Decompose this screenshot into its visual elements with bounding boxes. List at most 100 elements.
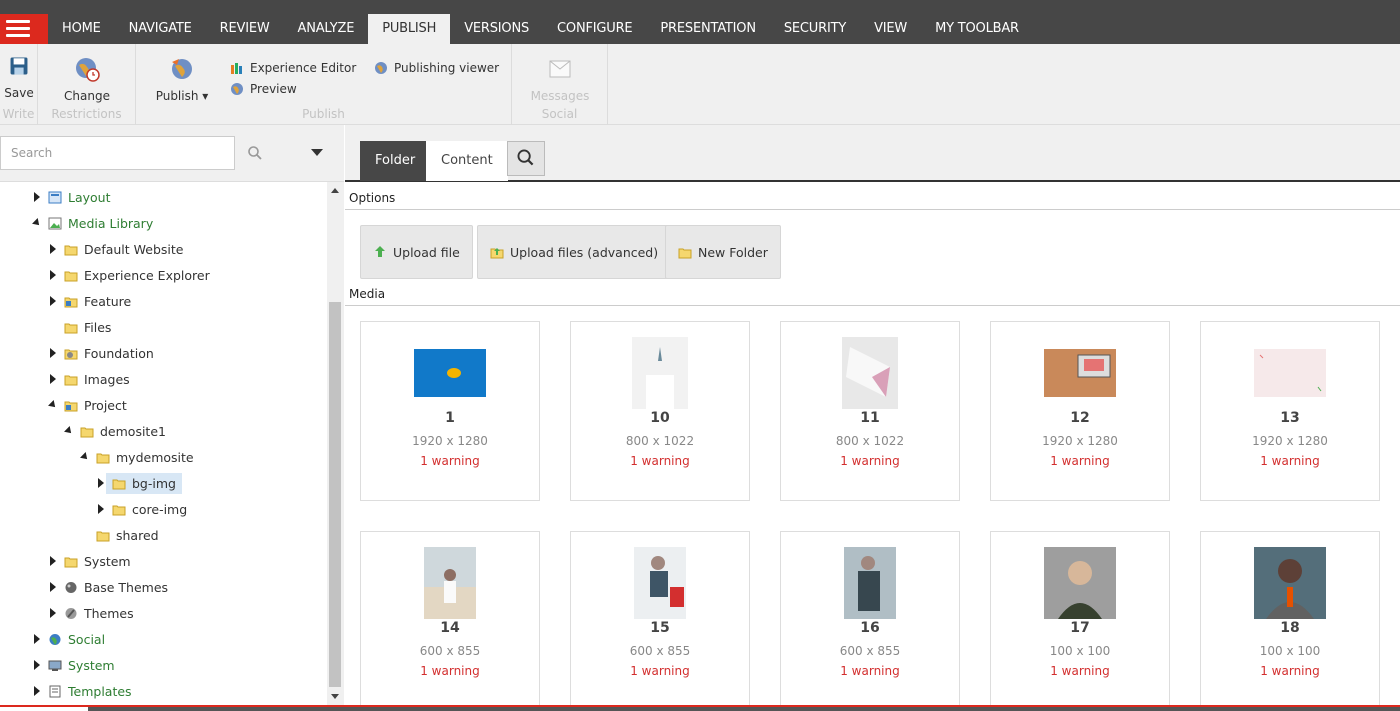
media-warning[interactable]: 1 warning: [1201, 454, 1379, 468]
expand-arrow-icon[interactable]: [48, 582, 58, 592]
media-warning[interactable]: 1 warning: [781, 454, 959, 468]
save-button[interactable]: Save: [4, 56, 34, 100]
tab-folder[interactable]: Folder: [360, 141, 431, 181]
group-label-restrictions: Restrictions: [51, 107, 122, 121]
expand-arrow-icon[interactable]: [32, 660, 42, 670]
expand-arrow-icon[interactable]: [48, 244, 58, 254]
tree-node-media-library[interactable]: Media Library: [32, 210, 153, 236]
media-warning[interactable]: 1 warning: [361, 664, 539, 678]
tree-node-base-themes[interactable]: Base Themes: [48, 574, 168, 600]
tree-node-experience-explorer[interactable]: Experience Explorer: [48, 262, 210, 288]
tab-review[interactable]: REVIEW: [206, 14, 284, 44]
media-dimensions: 100 x 100: [1259, 644, 1321, 658]
tree-node-core-img[interactable]: core-img: [96, 496, 187, 522]
expand-arrow-icon[interactable]: [96, 504, 106, 514]
media-card[interactable]: 15 600 x 855 1 warning: [570, 531, 750, 711]
media-dimensions: 100 x 100: [1049, 644, 1111, 658]
folder-icon: [80, 427, 94, 437]
media-warning[interactable]: 1 warning: [991, 664, 1169, 678]
upload-file-button[interactable]: Upload file: [360, 225, 473, 279]
search-dropdown-arrow[interactable]: [311, 149, 323, 156]
tab-analyze[interactable]: ANALYZE: [284, 14, 369, 44]
media-card[interactable]: 1 1920 x 1280 1 warning: [360, 321, 540, 501]
expand-arrow-icon[interactable]: [32, 634, 42, 644]
expand-arrow-icon[interactable]: [48, 556, 58, 566]
upload-advanced-button[interactable]: Upload files (advanced): [477, 225, 672, 279]
tab-configure[interactable]: CONFIGURE: [543, 14, 646, 44]
scroll-down-arrow-icon[interactable]: [331, 694, 339, 699]
media-card[interactable]: 14 600 x 855 1 warning: [360, 531, 540, 711]
tree-scrollbar[interactable]: [327, 182, 344, 705]
tab-home[interactable]: HOME: [48, 14, 115, 44]
expand-arrow-icon[interactable]: [48, 374, 58, 384]
media-card[interactable]: 16 600 x 855 1 warning: [780, 531, 960, 711]
hamburger-menu-button[interactable]: [0, 14, 48, 44]
collapse-arrow-icon[interactable]: [48, 400, 58, 410]
tree-node-bg-img[interactable]: bg-img: [96, 470, 182, 496]
search-icon[interactable]: [247, 145, 263, 161]
editor-search-button[interactable]: [507, 141, 545, 176]
tab-versions[interactable]: VERSIONS: [450, 14, 543, 44]
expand-arrow-icon[interactable]: [48, 348, 58, 358]
expand-arrow-icon[interactable]: [48, 608, 58, 618]
media-warning[interactable]: 1 warning: [991, 454, 1169, 468]
media-card[interactable]: 18 100 x 100 1 warning: [1200, 531, 1380, 711]
tree-node-project[interactable]: Project: [48, 392, 127, 418]
media-warning[interactable]: 1 warning: [781, 664, 959, 678]
media-warning[interactable]: 1 warning: [571, 454, 749, 468]
tree-node-social[interactable]: Social: [32, 626, 105, 652]
tree-search-input[interactable]: Search: [0, 136, 235, 170]
tree-node-feature[interactable]: Feature: [48, 288, 131, 314]
tree-node-system[interactable]: System: [32, 652, 115, 678]
tree-node-layout[interactable]: Layout: [32, 184, 111, 210]
collapse-arrow-icon[interactable]: [32, 218, 42, 228]
preview-button[interactable]: Preview: [230, 82, 297, 96]
tab-presentation[interactable]: PRESENTATION: [646, 14, 769, 44]
scroll-thumb[interactable]: [329, 302, 341, 687]
media-thumbnail-image: [1044, 547, 1116, 619]
media-warning[interactable]: 1 warning: [1201, 664, 1379, 678]
globe-publish-icon: [172, 59, 192, 79]
tab-navigate[interactable]: NAVIGATE: [115, 14, 206, 44]
media-card[interactable]: 12 1920 x 1280 1 warning: [990, 321, 1170, 501]
collapse-arrow-icon[interactable]: [80, 452, 90, 462]
expand-arrow-icon[interactable]: [96, 478, 106, 488]
media-card[interactable]: 10 800 x 1022 1 warning: [570, 321, 750, 501]
media-card[interactable]: 17 100 x 100 1 warning: [990, 531, 1170, 711]
new-folder-button[interactable]: New Folder: [665, 225, 781, 279]
tab-content[interactable]: Content: [426, 141, 508, 181]
expand-arrow-icon[interactable]: [48, 270, 58, 280]
tab-my-toolbar[interactable]: MY TOOLBAR: [921, 14, 1033, 44]
tree-node-files[interactable]: Files: [64, 314, 111, 340]
publishing-viewer-icon: [375, 62, 387, 74]
tree-node-themes[interactable]: Themes: [48, 600, 134, 626]
media-warning[interactable]: 1 warning: [571, 664, 749, 678]
tree-node-foundation[interactable]: Foundation: [48, 340, 154, 366]
scroll-up-arrow-icon[interactable]: [331, 188, 339, 193]
media-warning[interactable]: 1 warning: [361, 454, 539, 468]
messages-button[interactable]: Messages: [530, 56, 590, 103]
media-thumbnail-image: [842, 337, 898, 409]
tree-node-mydemosite[interactable]: mydemosite: [80, 444, 194, 470]
media-thumbnail-image: [424, 547, 476, 619]
tree-node-images[interactable]: Images: [48, 366, 130, 392]
expand-arrow-icon[interactable]: [48, 296, 58, 306]
publish-button[interactable]: Publish ▾: [154, 56, 210, 103]
tab-view[interactable]: VIEW: [860, 14, 921, 44]
tree-node-default-website[interactable]: Default Website: [48, 236, 183, 262]
tree-node-templates[interactable]: Templates: [32, 678, 132, 704]
tree-node-system-media[interactable]: System: [48, 548, 131, 574]
tree-node-demosite1[interactable]: demosite1: [64, 418, 166, 444]
tree-node-shared[interactable]: shared: [96, 522, 159, 548]
expand-arrow-icon[interactable]: [32, 192, 42, 202]
media-card[interactable]: 13 1920 x 1280 1 warning: [1200, 321, 1380, 501]
tab-publish[interactable]: PUBLISH: [368, 14, 451, 44]
tab-security[interactable]: SECURITY: [770, 14, 860, 44]
folder-icon: [64, 245, 78, 255]
experience-editor-button[interactable]: Experience Editor: [230, 61, 356, 75]
publishing-viewer-button[interactable]: Publishing viewer: [374, 61, 499, 75]
media-card[interactable]: 11 800 x 1022 1 warning: [780, 321, 960, 501]
expand-arrow-icon[interactable]: [32, 686, 42, 696]
change-button[interactable]: Change: [62, 56, 112, 103]
collapse-arrow-icon[interactable]: [64, 426, 74, 436]
